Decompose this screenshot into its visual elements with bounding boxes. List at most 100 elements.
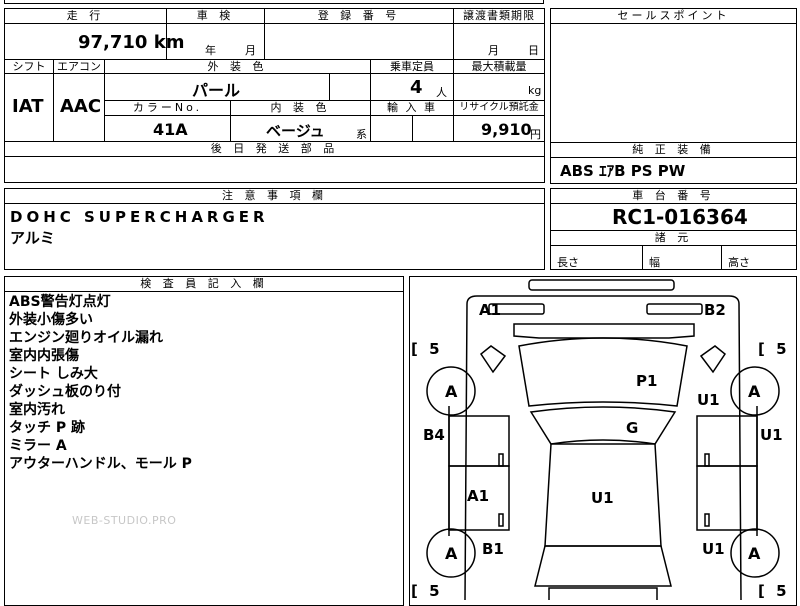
exterior-extra-cell [329,73,371,101]
tire-mark-front-left: A [445,382,458,401]
max-load-label: 最大積載量 [453,59,545,74]
right-front-handle-shape [704,453,710,467]
tire-mark-rear-right: A [748,544,761,563]
bracket-open: [ [758,582,765,600]
trunk-shape [548,587,658,600]
import-cell-a [370,115,413,142]
load-unit: kg [528,84,542,97]
transfer-month: 月 [488,44,499,57]
inspector-label: 検 査 員 記 入 欄 [4,276,404,292]
exterior-label: 外 装 色 [104,59,371,74]
tire-depth-front-right: [ 5 [758,340,793,358]
damage-mark: A1 [479,301,502,319]
registration-cell [264,23,454,60]
inspector-line: シート しみ大 [9,366,98,382]
damage-mark: A1 [467,487,490,505]
equipment-label: 純 正 装 備 [550,142,797,158]
mileage-value: 97,710 km [78,32,185,53]
recycle-label: リサイクル預託金 [453,100,545,116]
inspector-line: エンジン廻りオイル漏れ [9,330,163,346]
inspector-line: タッチ P 跡 [9,420,86,436]
dimensions-label: 諸 元 [550,230,797,246]
inspector-line: 室内汚れ [9,402,65,418]
sales-point-label: セールスポイント [550,8,797,24]
inspector-lines: ABS警告灯点灯 外装小傷多い エンジン廻りオイル漏れ 室内内張傷 シート しみ… [9,293,192,473]
chassis-label: 車 台 番 号 [550,188,797,204]
left-rear-handle-shape [498,513,504,527]
aircon-label: エアコン [53,59,105,74]
tire-depth-front-left: [ 5 [411,340,446,358]
bracket-open: [ [411,582,418,600]
interior-value: ベージュ [266,122,325,140]
body-outline-shape [464,295,742,600]
tire-depth-value: 5 [776,340,787,358]
width-label: 幅 [649,256,660,269]
capacity-unit: 人 [436,86,447,99]
shift-label: シフト [4,59,54,74]
tire-depth-value: 5 [429,582,440,600]
color-no-label: カラーNo. [104,100,231,116]
recycle-value: 9,910 [481,120,532,139]
color-no-value: 41A [153,120,188,139]
sales-point-block [550,8,797,143]
notes-label: 注 意 事 項 欄 [4,188,545,204]
bracket-open: [ [758,340,765,358]
import-label: 輸 入 車 [370,100,454,116]
interior-label: 内 装 色 [230,100,371,116]
inspector-line: アウターハンドル、モール P [9,456,192,472]
import-cell-b [412,115,454,142]
inspector-line: ABS警告灯点灯 [9,294,111,310]
left-front-door-shape [448,415,510,467]
damage-mark: P1 [636,372,658,390]
bracket-open: [ [411,340,418,358]
front-bumper-shape [528,279,675,291]
windshield-shape [529,406,677,445]
damage-mark: G [626,419,639,437]
inspection-month: 月 [245,44,256,57]
interior-suffix: 系 [356,128,367,141]
transfer-day: 日 [528,44,539,57]
left-front-handle-shape [498,453,504,467]
capacity-value: 4 [410,77,423,98]
shift-value: IAT [12,96,44,117]
right-mirror-shape [699,345,727,374]
top-strip [4,0,544,4]
mileage-label: 走 行 [4,8,167,24]
right-front-door-shape [696,415,758,467]
damage-mark: B4 [423,426,445,444]
hood-shape [518,337,688,407]
left-mirror-shape [479,345,507,374]
tire-depth-rear-right: [ 5 [758,582,793,600]
inspection-label: 車 検 [166,8,265,24]
tire-depth-rear-left: [ 5 [411,582,446,600]
inspector-line: ダッシュ板のり付 [9,384,121,400]
car-diagram [426,279,780,600]
transfer-deadline-label: 譲渡書類期限 [453,8,545,24]
damage-mark: B2 [704,301,726,319]
inspection-year: 年 [205,44,216,57]
damage-mark: U1 [760,426,783,444]
inspector-line: 外装小傷多い [9,312,93,328]
height-label: 高さ [728,256,750,269]
equipment-value: ABS ｴｱB PS PW [560,162,686,180]
damage-mark: U1 [702,540,725,558]
right-rear-door-shape [696,465,758,531]
recycle-unit: 円 [530,128,541,141]
chassis-value: RC1-016364 [612,205,748,229]
later-parts-label: 後 日 発 送 部 品 [4,141,545,157]
length-label: 長さ [557,256,579,269]
tire-depth-value: 5 [429,340,440,358]
grille-shape [513,323,695,339]
rear-glass-shape [534,545,672,587]
exterior-value: パール [192,81,241,100]
damage-mark: B1 [482,540,504,558]
right-headlight-shape [646,303,703,315]
right-rear-handle-shape [704,513,710,527]
inspector-line: 室内内張傷 [9,348,79,364]
notes-line-1: DOHC SUPERCHARGER [10,208,269,226]
damage-mark: U1 [697,391,720,409]
aircon-value: AAC [60,96,102,117]
watermark: WEB-STUDIO.PRO [72,514,177,527]
damage-mark: U1 [591,489,614,507]
inspector-line: ミラー A [9,438,67,454]
